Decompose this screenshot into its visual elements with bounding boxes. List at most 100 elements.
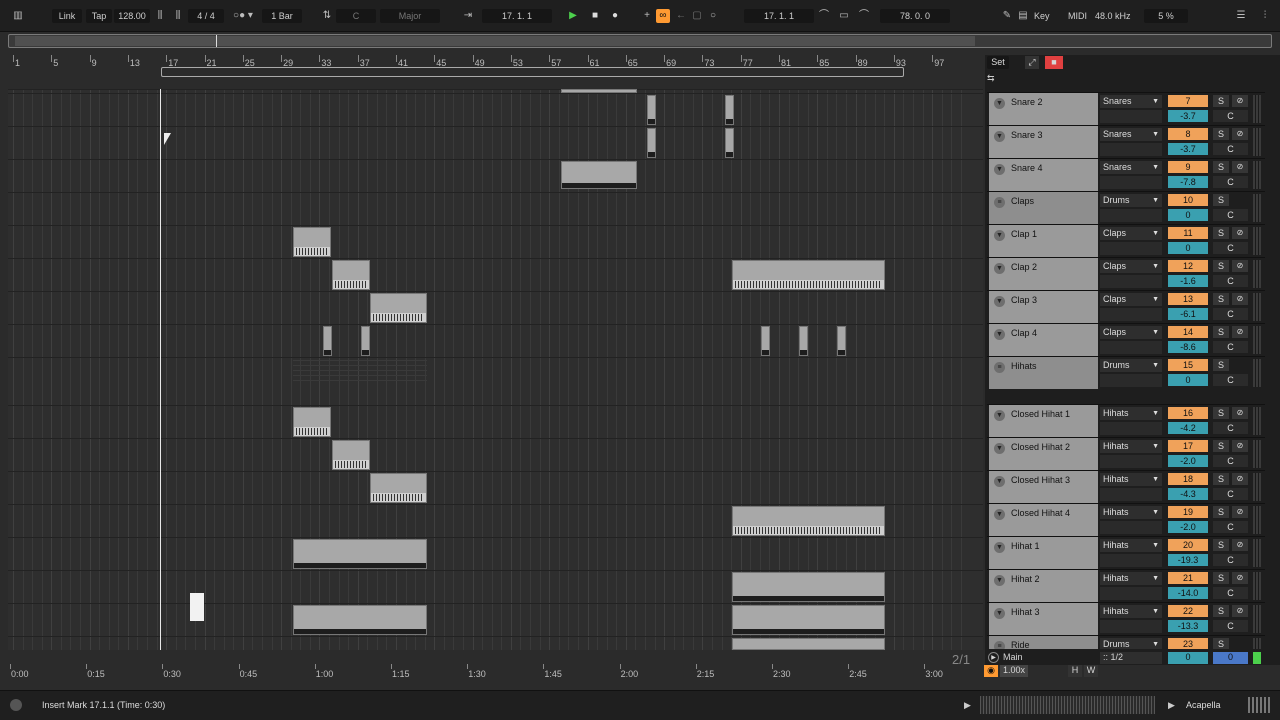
time-signature-field[interactable]: 4 / 4 <box>188 9 224 23</box>
arrangement-position-field[interactable]: 17. 1. 1 <box>482 9 552 23</box>
midi-clip[interactable] <box>732 605 885 635</box>
track-hihat-1[interactable]: ▼ Hihat 1 Hihats ▼ 20 -19.3 S ⊘ C <box>987 536 1265 569</box>
selection-marker[interactable] <box>190 593 204 621</box>
midi-clip[interactable] <box>647 128 656 158</box>
arm-icon[interactable]: ⊘ <box>1232 227 1248 239</box>
fold-icon[interactable]: ▼ <box>994 575 1005 586</box>
pan-field[interactable]: C <box>1213 587 1248 599</box>
fold-icon[interactable]: ≡ <box>994 362 1005 373</box>
track-closed-hihat-4[interactable]: ▼ Closed Hihat 4 Hihats ▼ 19 -2.0 S ⊘ C <box>987 503 1265 536</box>
expand-arrow-icon[interactable]: ▶ <box>1168 700 1175 711</box>
solo-button[interactable]: S <box>1213 95 1229 107</box>
tap-button[interactable]: Tap <box>86 9 112 23</box>
midi-clip[interactable] <box>323 326 332 356</box>
input-routing-select[interactable]: Hihats ▼ <box>1100 506 1162 519</box>
volume-field[interactable]: -3.7 <box>1168 110 1208 122</box>
solo-button[interactable]: S <box>1213 227 1229 239</box>
arm-icon[interactable]: ⊘ <box>1232 161 1248 173</box>
fold-icon[interactable]: ▼ <box>994 509 1005 520</box>
midi-clip[interactable] <box>732 572 885 602</box>
key-root-select[interactable]: C <box>336 9 376 23</box>
routing-channel-select[interactable] <box>1100 488 1162 501</box>
track-closed-hihat-3[interactable]: ▼ Closed Hihat 3 Hihats ▼ 18 -4.3 S ⊘ C <box>987 470 1265 503</box>
track-activator[interactable]: 22 <box>1168 605 1208 617</box>
collapse-arrows-icon[interactable]: ⇆ <box>987 73 995 84</box>
fold-icon[interactable]: ▼ <box>994 410 1005 421</box>
loop-length-field[interactable]: 78. 0. 0 <box>880 9 950 23</box>
nudge-up-icon[interactable]: ⫼ <box>170 9 186 23</box>
pan-field[interactable]: C <box>1213 554 1248 566</box>
main-fold-icon[interactable]: ▶ <box>988 652 999 663</box>
play-clip-icon[interactable]: ▶ <box>964 700 971 711</box>
session-record-icon[interactable]: ▢ <box>690 9 704 23</box>
midi-clip[interactable] <box>761 326 770 356</box>
midi-clip[interactable] <box>293 227 331 257</box>
routing-channel-select[interactable] <box>1100 341 1162 354</box>
arm-icon[interactable]: ⊘ <box>1232 539 1248 551</box>
volume-field[interactable]: -4.3 <box>1168 488 1208 500</box>
track-activator[interactable]: 10 <box>1168 194 1208 206</box>
routing-channel-select[interactable] <box>1100 620 1162 633</box>
routing-channel-select[interactable] <box>1100 242 1162 255</box>
routing-channel-select[interactable] <box>1100 110 1162 123</box>
pan-field[interactable]: C <box>1213 209 1248 221</box>
midi-clip[interactable] <box>293 605 427 635</box>
volume-field[interactable]: -6.1 <box>1168 308 1208 320</box>
track-closed-hihat-2[interactable]: ▼ Closed Hihat 2 Hihats ▼ 17 -2.0 S ⊘ C <box>987 437 1265 470</box>
link-button[interactable]: Link <box>52 9 82 23</box>
solo-button[interactable]: S <box>1213 605 1229 617</box>
track-title[interactable]: ▼ Snare 3 <box>989 126 1098 158</box>
track-activator[interactable]: 17 <box>1168 440 1208 452</box>
loop-start-field[interactable]: 17. 1. 1 <box>744 9 814 23</box>
track-activator[interactable]: 23 <box>1168 638 1208 649</box>
fold-icon[interactable]: ≡ <box>994 197 1005 208</box>
arm-icon[interactable]: ⊘ <box>1232 473 1248 485</box>
midi-clip[interactable] <box>293 539 427 569</box>
input-routing-select[interactable]: Hihats ▼ <box>1100 572 1162 585</box>
midi-clip[interactable] <box>332 440 370 470</box>
beat-time-ruler[interactable]: 1 5 9 13 17 21 25 29 33 37 41 45 49 53 57 61 65 69 73 77 81 8… <box>8 55 983 89</box>
track-title[interactable]: ▼ Clap 2 <box>989 258 1098 290</box>
loop-switch-icon[interactable]: ∞ <box>656 9 670 23</box>
routing-channel-select[interactable] <box>1100 275 1162 288</box>
solo-button[interactable]: S <box>1213 638 1229 649</box>
solo-button[interactable]: S <box>1213 128 1229 140</box>
solo-button[interactable]: S <box>1213 326 1229 338</box>
track-snare-4[interactable]: ▼ Snare 4 Snares ▼ 9 -7.8 S ⊘ C <box>987 158 1265 191</box>
track-activator[interactable]: 12 <box>1168 260 1208 272</box>
solo-button[interactable]: S <box>1213 293 1229 305</box>
automation-arm-icon[interactable]: ○ <box>706 9 720 23</box>
volume-field[interactable]: 0 <box>1168 242 1208 254</box>
solo-button[interactable]: S <box>1213 407 1229 419</box>
arrangement-overview[interactable] <box>8 34 1272 48</box>
pan-field[interactable]: C <box>1213 341 1248 353</box>
scale-select[interactable]: Major <box>380 9 440 23</box>
track-hihats[interactable]: ≡ Hihats Drums ▼ 15 0 S C <box>987 356 1265 389</box>
pan-field[interactable]: C <box>1213 275 1248 287</box>
track-hihat-2[interactable]: ▼ Hihat 2 Hihats ▼ 21 -14.0 S ⊘ C <box>987 569 1265 602</box>
zoom-value[interactable]: 1.00x <box>1000 665 1028 677</box>
pan-field[interactable]: C <box>1213 242 1248 254</box>
view-toggle-icon[interactable]: ▥ <box>10 9 26 23</box>
midi-clip[interactable] <box>732 506 885 536</box>
fold-icon[interactable]: ▼ <box>994 263 1005 274</box>
main-pan[interactable]: 0 <box>1213 652 1248 664</box>
arm-icon[interactable]: ⊘ <box>1232 260 1248 272</box>
arm-icon[interactable]: ⊘ <box>1232 326 1248 338</box>
time-ruler[interactable]: 0:00 0:15 0:30 0:45 1:00 1:15 1:30 1:45 2:00 2:15… <box>8 664 983 684</box>
track-title[interactable]: ▼ Hihat 2 <box>989 570 1098 602</box>
main-track[interactable]: ▶ Main :: 1/2 0 0 <box>987 651 1265 665</box>
input-routing-select[interactable]: Drums ▼ <box>1100 359 1162 372</box>
fold-icon[interactable]: ▼ <box>994 296 1005 307</box>
input-routing-select[interactable]: Hihats ▼ <box>1100 605 1162 618</box>
nudge-icon[interactable]: ⫼ <box>152 9 168 23</box>
input-routing-select[interactable]: Claps ▼ <box>1100 326 1162 339</box>
arm-icon[interactable]: ⊘ <box>1232 506 1248 518</box>
fold-icon[interactable]: ▼ <box>994 131 1005 142</box>
pan-field[interactable]: C <box>1213 455 1248 467</box>
input-routing-select[interactable]: Hihats ▼ <box>1100 473 1162 486</box>
fold-icon[interactable]: ▼ <box>994 443 1005 454</box>
volume-field[interactable]: -2.0 <box>1168 455 1208 467</box>
arm-icon[interactable]: ⊘ <box>1232 572 1248 584</box>
track-title[interactable]: ▼ Clap 3 <box>989 291 1098 323</box>
